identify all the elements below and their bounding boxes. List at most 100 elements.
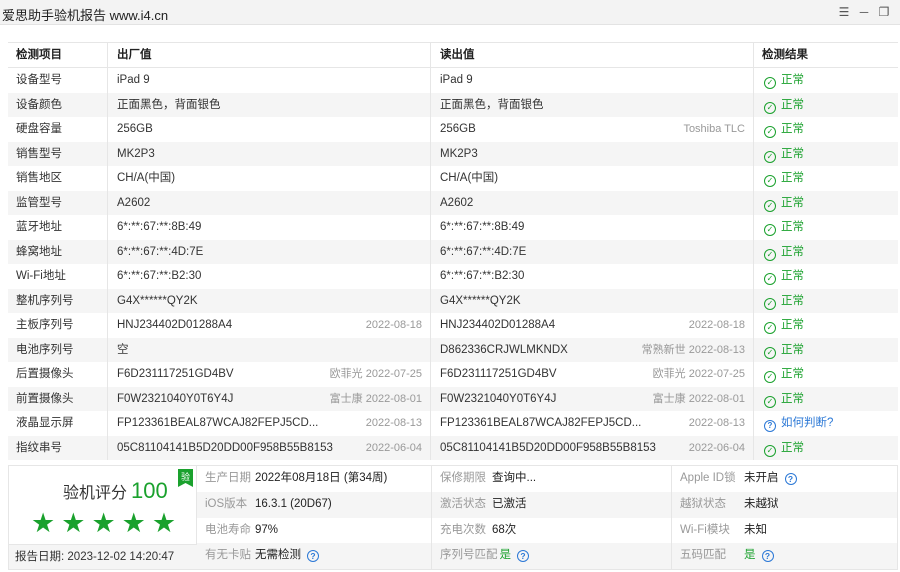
info-label: 激活状态 <box>440 497 486 510</box>
factory-value: 256GB <box>117 123 153 135</box>
factory-value: F6D231117251GD4BV <box>117 368 234 380</box>
result-text: 正常 <box>781 221 804 233</box>
menu-icon[interactable]: ☰ <box>836 4 852 20</box>
read-value: CH/A(中国) <box>440 172 499 184</box>
minimize-icon[interactable]: ─ <box>856 4 872 20</box>
factory-cell: 256GB <box>108 117 431 142</box>
item-cell: 主板序列号 <box>8 313 108 338</box>
read-value: MK2P3 <box>440 147 478 160</box>
report-date-label: 报告日期: <box>15 551 65 563</box>
check-circle-icon: ✓ <box>764 297 776 310</box>
factory-cell: 正面黑色，背面银色 <box>108 92 431 117</box>
table-row: 前置摄像头 F0W2321040Y0T6Y4J 富士康 2022-08-01 F0W2… <box>8 386 898 411</box>
factory-value: HNJ234402D01288A4 <box>117 319 233 331</box>
result-cell: ✓ 正常 <box>754 215 898 240</box>
read-cell: 6*:**:67:**:B2:30 <box>431 264 754 289</box>
item-cell: 销售地区 <box>8 166 108 191</box>
help-icon[interactable]: ? <box>517 550 529 563</box>
info-value: 未越狱 <box>744 497 779 510</box>
help-icon[interactable]: ? <box>784 473 797 485</box>
result-text: 正常 <box>781 392 804 405</box>
help-icon[interactable]: ? <box>307 550 319 563</box>
table-row: 设备颜色 正面黑色，背面银色 正面黑色，背面银色 ✓ 正常 <box>8 92 898 118</box>
factory-cell: G4X******QY2K <box>108 288 431 313</box>
item-cell: 指纹串号 <box>8 435 108 460</box>
factory-cell: A2602 <box>108 190 431 215</box>
info-cell: 生产日期 2022年08月18日 (第34周) <box>197 466 432 492</box>
result-text: 正常 <box>781 343 804 356</box>
factory-value: iPad 9 <box>117 74 150 86</box>
restore-icon[interactable]: ❐ <box>876 4 892 20</box>
check-circle-icon: ✓ <box>764 444 776 457</box>
read-value: 256GB <box>440 123 476 135</box>
result-cell: ✓ 正常 <box>754 362 898 387</box>
result-cell: ✓ 正常 <box>754 264 898 289</box>
result-cell-help[interactable]: ? 如何判断? <box>754 411 898 436</box>
score-line: 验机评分 100 <box>63 478 168 504</box>
result-text: 正常 <box>781 319 804 331</box>
table-row: 销售型号 MK2P3 MK2P3 ✓ 正常 <box>8 141 898 167</box>
how-to-judge-link[interactable]: 如何判断? <box>781 417 833 429</box>
header-read: 读出值 <box>431 43 754 67</box>
help-icon[interactable]: ? <box>761 550 774 563</box>
result-cell: ✓ 正常 <box>754 93 898 118</box>
result-cell: ✓ 正常 <box>754 289 898 314</box>
info-value: 68次 <box>492 523 517 536</box>
check-circle-icon: ✓ <box>764 101 776 114</box>
result-text: 正常 <box>781 98 804 111</box>
factory-cell: 6*:**:67:**:B2:30 <box>108 264 431 289</box>
factory-note: 2022-06-04 <box>365 441 422 454</box>
info-row: iOS版本 16.3.1 (20D67) 激活状态 已激活 越狱状态 未越狱 <box>197 491 897 518</box>
read-note: 常熟新世 2022-08-13 <box>641 343 745 356</box>
info-value: 查询中... <box>492 472 537 484</box>
check-circle-icon: ✓ <box>764 346 776 359</box>
star-icon: ★ <box>121 508 152 538</box>
info-label: 保修期限 <box>440 472 486 484</box>
check-circle-icon: ✓ <box>764 248 776 261</box>
table-row: 液晶显示屏 FP123361BEAL87WCAJ82FEPJ5CD... 2022-… <box>8 411 898 436</box>
item-cell: 蜂窝地址 <box>8 239 108 264</box>
factory-value: CH/A(中国) <box>117 172 176 184</box>
factory-value: F0W2321040Y0T6Y4J <box>117 392 234 405</box>
factory-note: 富士康 2022-08-01 <box>329 392 422 405</box>
table-row: 整机序列号 G4X******QY2K G4X******QY2K ✓ 正常 <box>8 288 898 314</box>
read-value: 05C81104141B5D20DD00F958B55B8153 <box>440 441 656 454</box>
item-cell: 电池序列号 <box>8 337 108 362</box>
read-value: G4X******QY2K <box>440 294 521 307</box>
result-cell: ✓ 正常 <box>754 436 898 461</box>
item-cell: 设备颜色 <box>8 92 108 117</box>
factory-value: FP123361BEAL87WCAJ82FEPJ5CD... <box>117 417 319 429</box>
item-cell: 前置摄像头 <box>8 386 108 411</box>
read-note: 2022-08-13 <box>688 417 745 429</box>
info-cell: iOS版本 16.3.1 (20D67) <box>197 491 432 518</box>
factory-note: 欧菲光 2022-07-25 <box>329 368 422 380</box>
info-value: 97% <box>255 523 279 536</box>
item-cell: 后置摄像头 <box>8 362 108 387</box>
factory-value: 空 <box>117 343 129 356</box>
read-cell: G4X******QY2K <box>431 288 754 313</box>
result-text: 正常 <box>781 245 804 258</box>
read-cell: 正面黑色，背面银色 <box>431 92 754 117</box>
table-row: 蓝牙地址 6*:**:67:**:8B:49 6*:**:67:**:8B:49 ✓ 正… <box>8 215 898 240</box>
item-cell: 蓝牙地址 <box>8 215 108 240</box>
header-result: 检测结果 <box>762 49 808 61</box>
info-row: 生产日期 2022年08月18日 (第34周) 保修期限 查询中... Apple ID… <box>197 466 897 492</box>
read-note: 2022-08-18 <box>688 319 745 331</box>
info-label: Wi-Fi模块 <box>680 523 730 536</box>
summary-panel: 验 验机评分 100 ★★★★★ 报告日期: 2023-12-02 14:20:4… <box>8 465 898 570</box>
star-rating: ★★★★★ <box>31 508 182 539</box>
result-cell: ✓ 正常 <box>754 313 898 338</box>
result-text: 正常 <box>781 147 804 160</box>
factory-cell: F0W2321040Y0T6Y4J 富士康 2022-08-01 <box>108 386 431 411</box>
read-value: 6*:**:67:**:B2:30 <box>440 270 525 282</box>
result-text: 正常 <box>781 123 804 135</box>
table-row: 后置摄像头 F6D231117251GD4BV 欧菲光 2022-07-25 F6D2… <box>8 362 898 387</box>
read-value: 正面黑色，背面银色 <box>440 98 544 111</box>
result-cell: ✓ 正常 <box>754 240 898 265</box>
star-icon: ★ <box>151 508 183 538</box>
read-value: 6*:**:67:**:8B:49 <box>440 221 525 233</box>
info-value: 2022年08月18日 (第34周) <box>255 472 388 484</box>
table-row: 销售地区 CH/A(中国) CH/A(中国) ✓ 正常 <box>8 166 898 191</box>
info-grid: 生产日期 2022年08月18日 (第34周) 保修期限 查询中... Apple ID… <box>197 466 897 569</box>
result-cell: ✓ 正常 <box>754 142 898 167</box>
